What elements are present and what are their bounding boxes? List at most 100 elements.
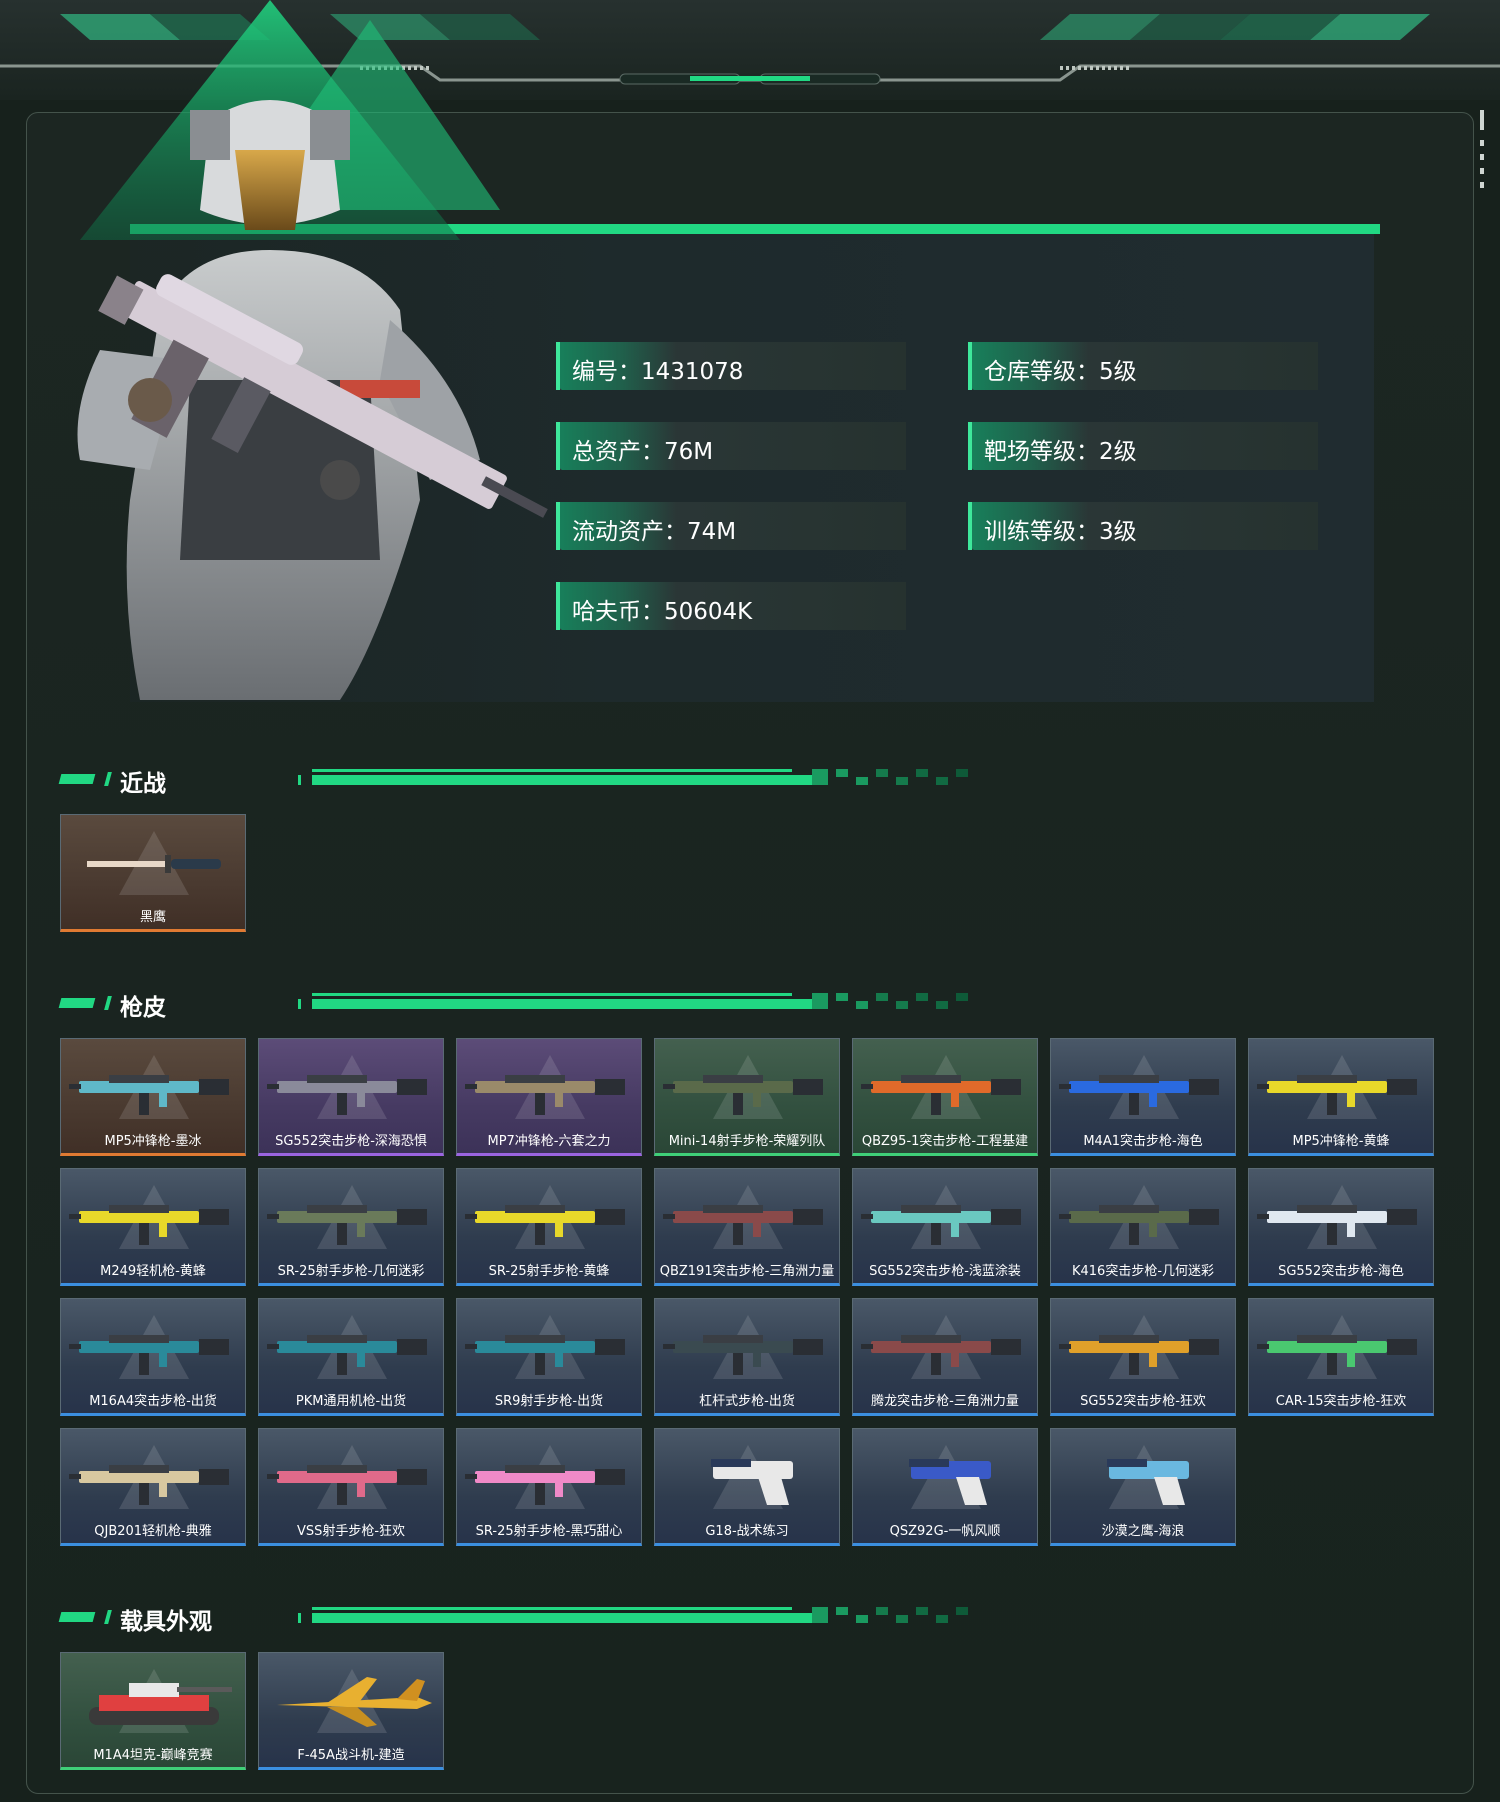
item-card[interactable]: PKM通用机枪-出货 xyxy=(258,1298,444,1416)
item-name: SR-25射手步枪-黑巧甜心 xyxy=(475,1524,623,1539)
item-card[interactable]: K416突击步枪-几何迷彩 xyxy=(1050,1168,1236,1286)
gun-image xyxy=(69,1465,229,1505)
item-name: M4A1突击步枪-海色 xyxy=(1083,1134,1203,1149)
gun-image xyxy=(1257,1335,1417,1375)
item-card[interactable]: QJB201轻机枪-典雅 xyxy=(60,1428,246,1546)
item-card[interactable]: M249轻机枪-黄蜂 xyxy=(60,1168,246,1286)
item-name: G18-战术练习 xyxy=(705,1524,789,1539)
item-card[interactable]: MP5冲锋枪-黄蜂 xyxy=(1248,1038,1434,1156)
knife-image xyxy=(87,855,221,873)
stat-training-level: 训练等级：3级 xyxy=(968,502,1318,550)
gun-image xyxy=(69,1075,229,1115)
gun-image xyxy=(663,1335,823,1375)
section-divider xyxy=(298,993,968,1009)
stat-label: 训练等级：3级 xyxy=(984,519,1137,545)
item-card[interactable]: F-45A战斗机-建造 xyxy=(258,1652,444,1770)
stat-label: 靶场等级：2级 xyxy=(984,439,1137,465)
item-name: 黑鹰 xyxy=(139,910,166,925)
item-name: MP7冲锋枪-六套之力 xyxy=(487,1134,611,1149)
item-card[interactable]: MP5冲锋枪-墨冰 xyxy=(60,1038,246,1156)
item-name: 杠杆式步枪-出货 xyxy=(699,1394,795,1409)
stat-label: 哈夫币：50604K xyxy=(572,599,753,625)
item-name: K416突击步枪-几何迷彩 xyxy=(1071,1264,1215,1279)
pistol-image xyxy=(1107,1459,1189,1505)
gun-image xyxy=(663,1205,823,1245)
item-name: 沙漠之鹰-海浪 xyxy=(1101,1524,1185,1539)
gun-image xyxy=(663,1075,823,1115)
gun-image xyxy=(465,1075,625,1115)
item-name: M1A4坦克-巅峰竞赛 xyxy=(93,1748,213,1763)
gun-image xyxy=(1059,1075,1219,1115)
gun-image xyxy=(69,1335,229,1375)
section-divider xyxy=(298,1607,968,1623)
item-card[interactable]: 腾龙突击步枪-三角洲力量 xyxy=(852,1298,1038,1416)
item-card[interactable]: MP7冲锋枪-六套之力 xyxy=(456,1038,642,1156)
item-name: QJB201轻机枪-典雅 xyxy=(94,1524,212,1539)
item-card[interactable]: M1A4坦克-巅峰竞赛 xyxy=(60,1652,246,1770)
item-card[interactable]: M4A1突击步枪-海色 xyxy=(1050,1038,1236,1156)
item-name: SG552突击步枪-浅蓝涂装 xyxy=(869,1264,1021,1279)
item-name: M16A4突击步枪-出货 xyxy=(89,1394,217,1409)
item-card[interactable]: QBZ95-1突击步枪-工程基建 xyxy=(852,1038,1038,1156)
item-card[interactable]: SR-25射手步枪-黄蜂 xyxy=(456,1168,642,1286)
gun-image xyxy=(861,1075,1021,1115)
stat-range-level: 靶场等级：2级 xyxy=(968,422,1318,470)
pistol-image xyxy=(711,1459,793,1505)
section-title: 近战 xyxy=(120,771,166,797)
section-header-melee: 近战 xyxy=(58,764,1080,797)
gun-image xyxy=(267,1335,427,1375)
item-card[interactable]: SR9射手步枪-出货 xyxy=(456,1298,642,1416)
item-name: PKM通用机枪-出货 xyxy=(295,1394,407,1409)
item-card[interactable]: M16A4突击步枪-出货 xyxy=(60,1298,246,1416)
item-name: CAR-15突击步枪-狂欢 xyxy=(1275,1394,1407,1409)
gun-image xyxy=(1257,1205,1417,1245)
item-name: SR-25射手步枪-几何迷彩 xyxy=(277,1264,425,1279)
item-card[interactable]: SR-25射手步枪-几何迷彩 xyxy=(258,1168,444,1286)
item-name: 腾龙突击步枪-三角洲力量 xyxy=(871,1394,1019,1409)
section-header-vehicles: 载具外观 xyxy=(58,1602,1080,1635)
item-card[interactable]: SG552突击步枪-狂欢 xyxy=(1050,1298,1236,1416)
gun-image xyxy=(465,1335,625,1375)
stat-label: 编号：1431078 xyxy=(572,359,744,385)
stat-player-id: 编号：1431078 xyxy=(556,342,906,390)
section-header-gun-skins: 枪皮 xyxy=(58,988,1080,1021)
gun-image xyxy=(861,1205,1021,1245)
stat-liquid-assets: 流动资产：74M xyxy=(556,502,906,550)
gun-image xyxy=(1059,1205,1219,1245)
item-name: F-45A战斗机-建造 xyxy=(297,1748,405,1763)
item-card[interactable]: SG552突击步枪-深海恐惧 xyxy=(258,1038,444,1156)
item-card[interactable]: 杠杆式步枪-出货 xyxy=(654,1298,840,1416)
gun-image xyxy=(69,1205,229,1245)
item-name: Mini-14射手步枪-荣耀列队 xyxy=(668,1134,826,1149)
item-card[interactable]: Mini-14射手步枪-荣耀列队 xyxy=(654,1038,840,1156)
item-card[interactable]: QSZ92G-一帆风顺 xyxy=(852,1428,1038,1546)
section-divider xyxy=(298,769,968,785)
stat-haf-coin: 哈夫币：50604K xyxy=(556,582,906,630)
item-name: SG552突击步枪-深海恐惧 xyxy=(275,1134,427,1149)
item-card[interactable]: SR-25射手步枪-黑巧甜心 xyxy=(456,1428,642,1546)
plane-image xyxy=(277,1677,432,1727)
pistol-image xyxy=(909,1459,991,1505)
item-name: QSZ92G-一帆风顺 xyxy=(889,1524,1001,1539)
item-name: QBZ191突击步枪-三角洲力量 xyxy=(659,1264,835,1279)
item-name: SG552突击步枪-狂欢 xyxy=(1080,1394,1206,1409)
item-card[interactable]: CAR-15突击步枪-狂欢 xyxy=(1248,1298,1434,1416)
item-name: SR-25射手步枪-黄蜂 xyxy=(488,1264,610,1279)
item-card[interactable]: 黑鹰 xyxy=(60,814,246,932)
stat-label: 总资产：76M xyxy=(572,439,714,465)
scroll-indicator xyxy=(1480,110,1484,188)
section-title: 载具外观 xyxy=(120,1609,212,1635)
item-card[interactable]: SG552突击步枪-海色 xyxy=(1248,1168,1434,1286)
item-card[interactable]: SG552突击步枪-浅蓝涂装 xyxy=(852,1168,1038,1286)
item-name: MP5冲锋枪-黄蜂 xyxy=(1292,1134,1390,1149)
item-card[interactable]: VSS射手步枪-狂欢 xyxy=(258,1428,444,1546)
item-card[interactable]: 沙漠之鹰-海浪 xyxy=(1050,1428,1236,1546)
section-title: 枪皮 xyxy=(120,995,166,1021)
stat-warehouse-level: 仓库等级：5级 xyxy=(968,342,1318,390)
gun-image xyxy=(267,1205,427,1245)
item-card[interactable]: G18-战术练习 xyxy=(654,1428,840,1546)
item-name: MP5冲锋枪-墨冰 xyxy=(104,1134,202,1149)
item-name: SG552突击步枪-海色 xyxy=(1278,1264,1404,1279)
item-card[interactable]: QBZ191突击步枪-三角洲力量 xyxy=(654,1168,840,1286)
item-name: QBZ95-1突击步枪-工程基建 xyxy=(861,1134,1029,1149)
